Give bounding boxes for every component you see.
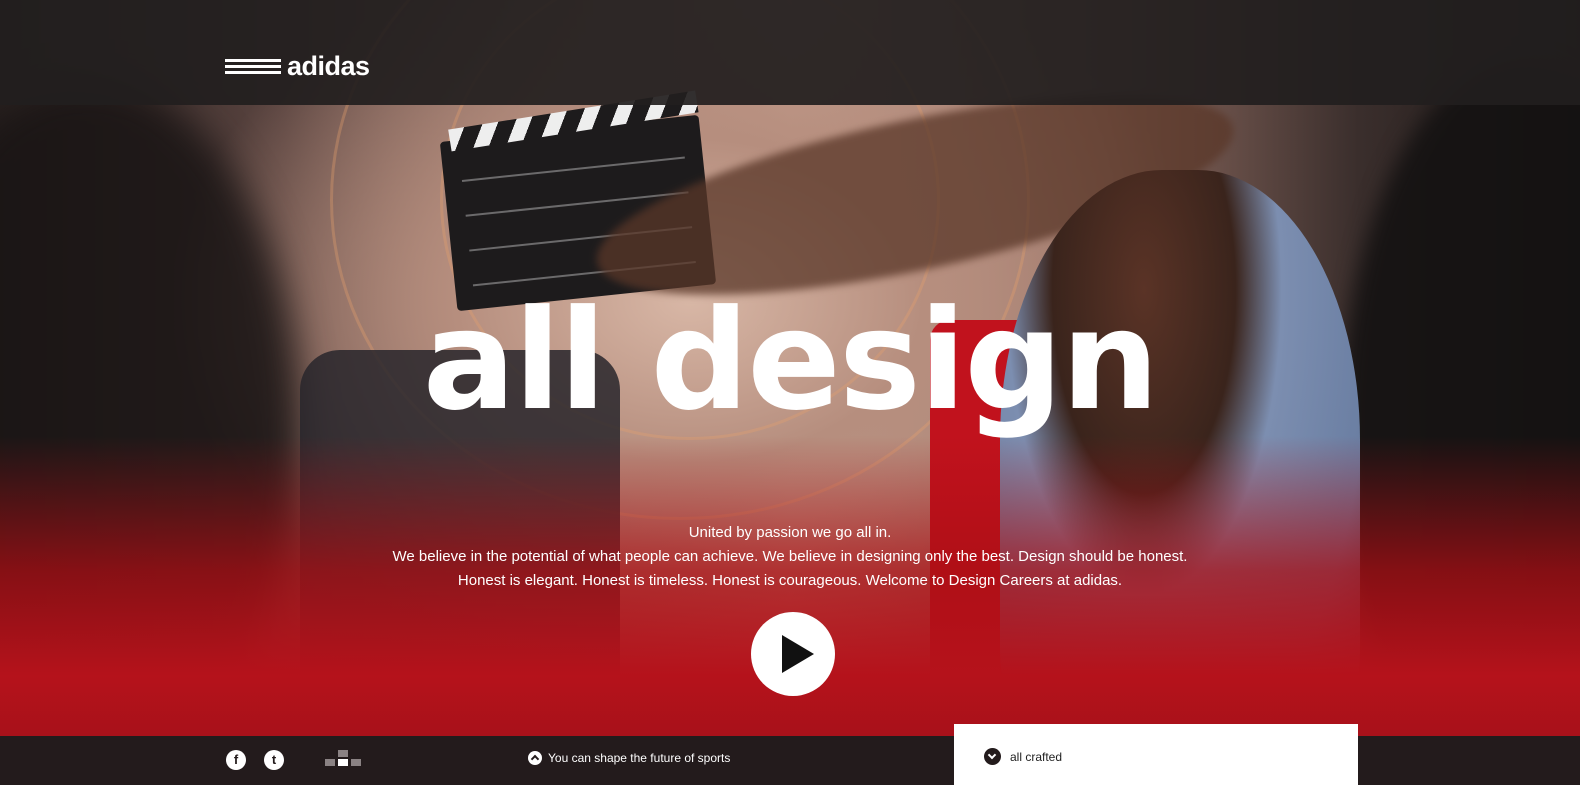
- copy-line: We believe in the potential of what peop…: [392, 548, 1188, 565]
- adidas-three-stripes-logo-icon: [225, 59, 281, 74]
- adidas-logo[interactable]: adidas: [225, 53, 370, 80]
- header-bar: adidas: [0, 0, 1580, 105]
- all-crafted-panel[interactable]: all crafted: [954, 724, 1358, 785]
- panel-toggle[interactable]: all crafted: [984, 748, 1062, 765]
- chevron-up-icon: [528, 751, 542, 765]
- copy-line: United by passion we go all in.: [688, 524, 892, 541]
- grid-menu-icon[interactable]: [325, 750, 361, 770]
- facebook-icon[interactable]: f: [226, 750, 246, 770]
- play-video-button[interactable]: [751, 612, 835, 696]
- twitter-icon[interactable]: t: [264, 750, 284, 770]
- hero-headline: all design: [422, 280, 1160, 441]
- logo-wordmark: adidas: [287, 51, 370, 81]
- copy-line: Honest is elegant. Honest is timeless. H…: [457, 572, 1123, 589]
- shape-the-future-link[interactable]: You can shape the future of sports: [528, 751, 730, 765]
- hero-copy: United by passion we go all in. We belie…: [0, 521, 1580, 593]
- panel-label: all crafted: [1010, 749, 1063, 764]
- chevron-down-icon: [984, 748, 1001, 765]
- tagline-text: You can shape the future of sports: [548, 751, 731, 765]
